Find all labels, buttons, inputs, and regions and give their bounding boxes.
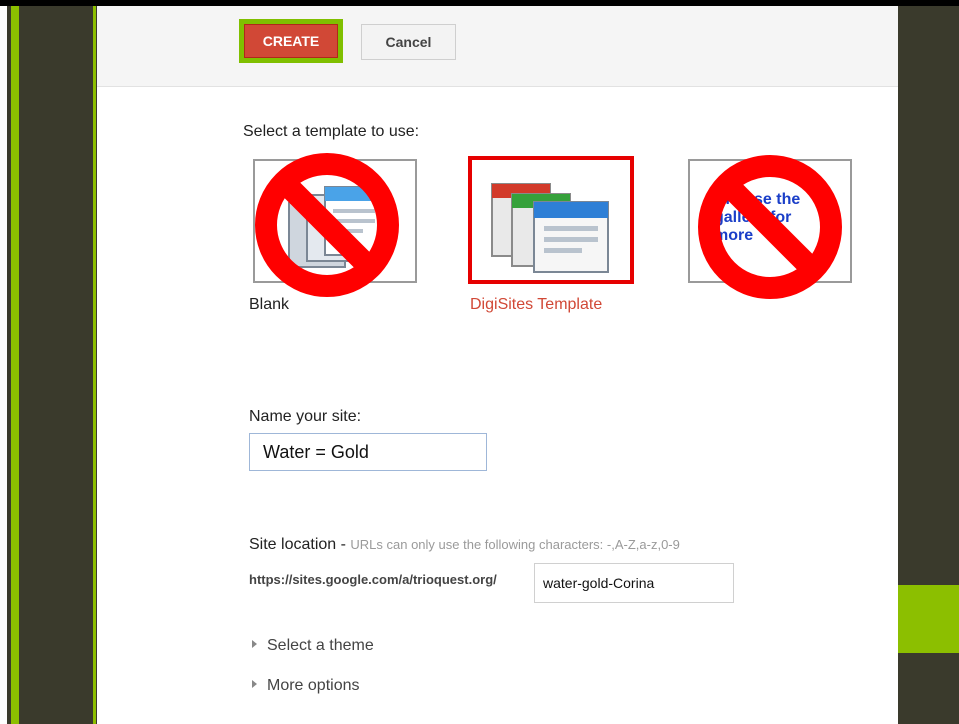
create-button-highlight: CREATE (239, 19, 343, 63)
cancel-button[interactable]: Cancel (361, 24, 456, 60)
create-button[interactable]: CREATE (244, 24, 338, 58)
stacked-pages-icon (491, 183, 609, 273)
slide-accent-stripe (11, 0, 19, 724)
create-site-page: CREATE Cancel Select a template to use: … (97, 6, 898, 724)
triangle-right-icon (252, 639, 257, 648)
template-tile-digisites[interactable] (468, 156, 634, 284)
select-theme-expander[interactable]: Select a theme (252, 637, 374, 655)
site-location-row: Site location - URLs can only use the fo… (249, 536, 680, 554)
site-url-input[interactable]: water-gold-Corina (534, 563, 734, 603)
site-location-label: Site location - (249, 536, 346, 553)
select-theme-label: Select a theme (267, 637, 374, 654)
slide-frame-left (7, 0, 98, 724)
more-options-label: More options (267, 677, 360, 694)
site-location-hint: URLs can only use the following characte… (350, 537, 680, 552)
prohibition-sign-icon (698, 155, 842, 299)
slide-accent-block (898, 585, 959, 653)
slide-edge-line (93, 0, 96, 724)
site-name-input[interactable]: Water = Gold (249, 433, 487, 471)
template-caption-digisites: DigiSites Template (470, 296, 603, 313)
action-toolbar: CREATE Cancel (97, 6, 898, 87)
template-heading: Select a template to use: (243, 123, 420, 140)
site-name-label: Name your site: (249, 408, 362, 425)
site-url-prefix: https://sites.google.com/a/trioquest.org… (249, 572, 497, 587)
prohibition-sign-icon (255, 153, 399, 297)
triangle-right-icon (252, 679, 257, 688)
more-options-expander[interactable]: More options (252, 677, 360, 695)
